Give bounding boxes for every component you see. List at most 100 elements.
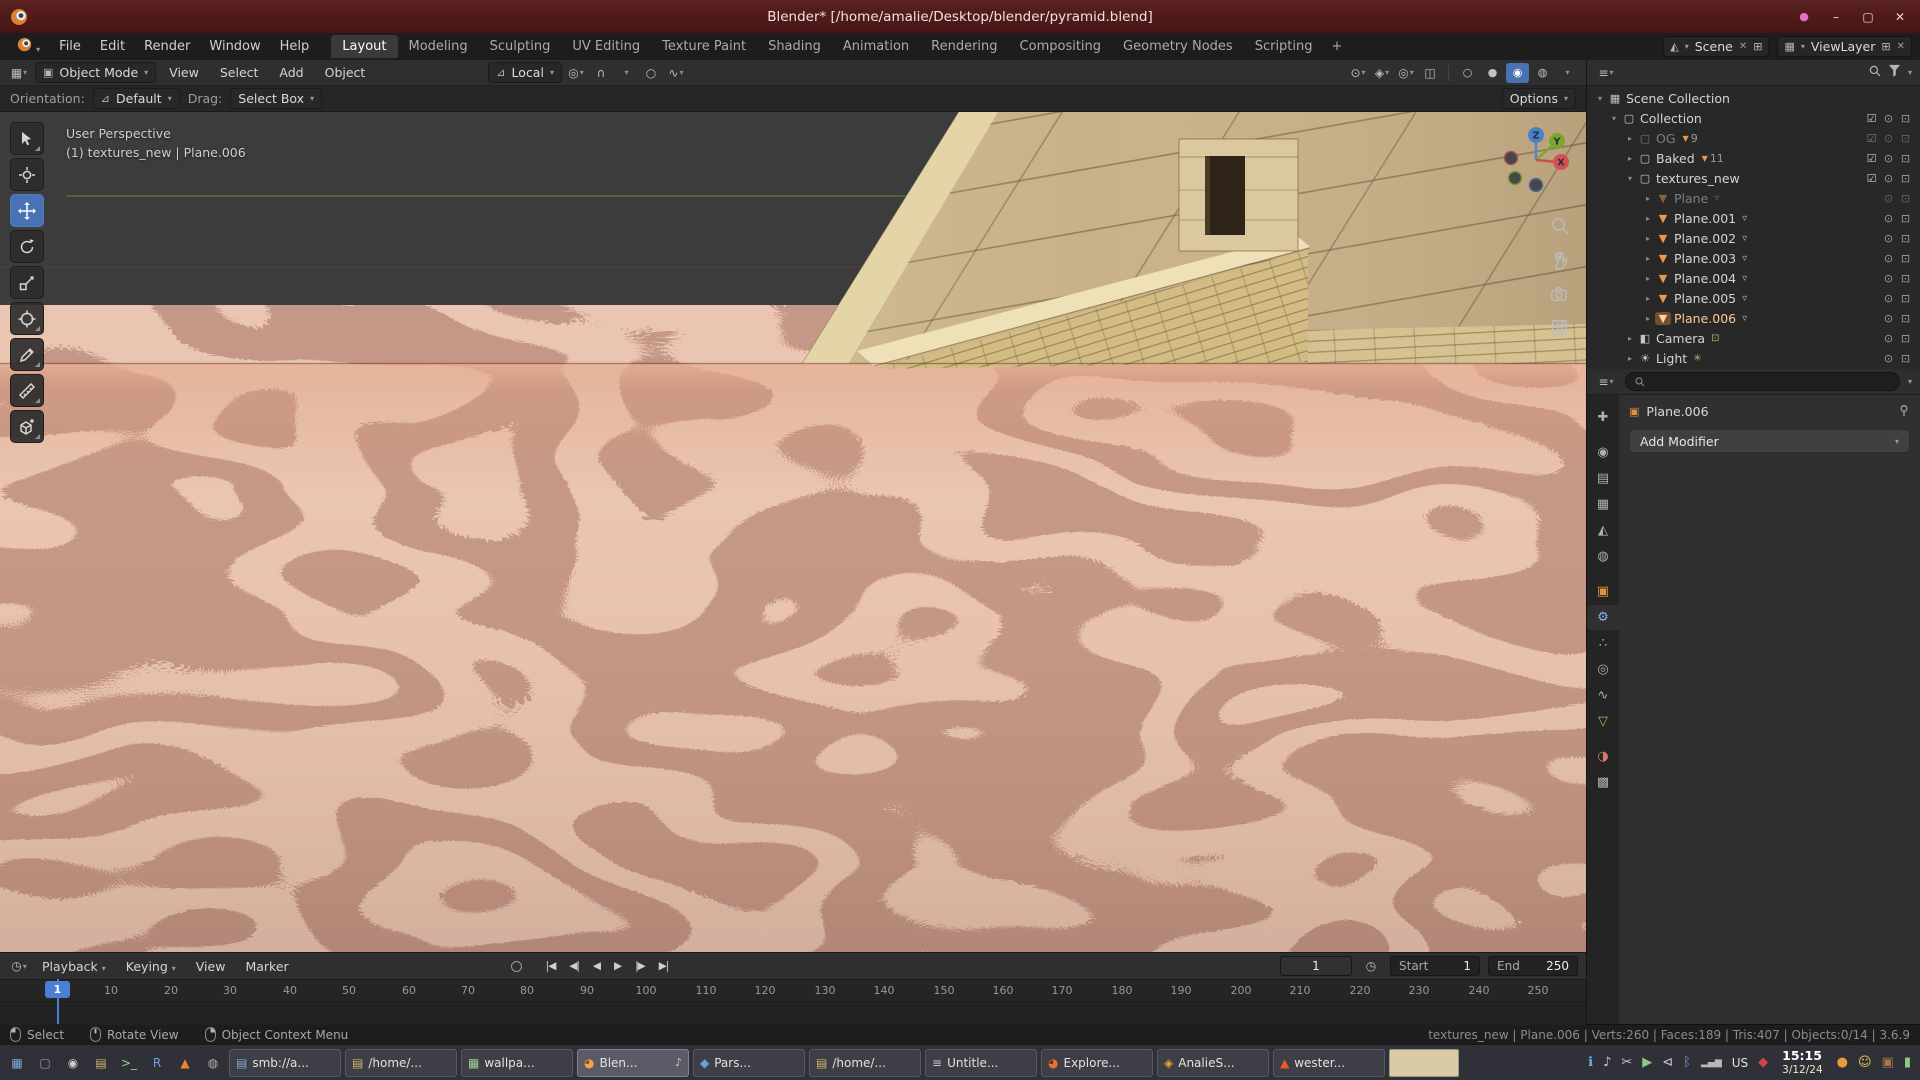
select-box-tool[interactable]: [10, 122, 44, 155]
render-visibility-icon[interactable]: ⊡: [1897, 252, 1914, 265]
outliner-row-baked[interactable]: ▸ ▢ Baked ▼11 ☑ ⊙ ⊡: [1587, 148, 1920, 168]
play-reverse-button[interactable]: ◀: [587, 958, 606, 974]
auto-keying-toggle[interactable]: [511, 961, 522, 972]
info-tray-icon[interactable]: ℹ: [1588, 1055, 1593, 1070]
task-western[interactable]: ▲ wester...: [1273, 1049, 1385, 1077]
menu-playback[interactable]: Playback ▾: [34, 957, 114, 976]
hide-eye-icon[interactable]: ⊙: [1880, 352, 1897, 365]
tab-render[interactable]: ◉: [1587, 440, 1619, 465]
menu-file[interactable]: File: [50, 36, 90, 57]
hide-eye-icon[interactable]: ⊙: [1880, 112, 1897, 125]
launcher-settings-icon[interactable]: ◍: [201, 1049, 225, 1077]
network-tray-icon[interactable]: ▂▄▆: [1701, 1058, 1722, 1068]
outliner-row-plane-006[interactable]: ▸ ▼ Plane.006 ▿ ⊙ ⊡: [1587, 308, 1920, 328]
timeline-track[interactable]: [0, 1001, 1586, 1025]
expand-icon[interactable]: ▸: [1641, 254, 1655, 263]
move-tool[interactable]: [10, 194, 44, 227]
expand-icon[interactable]: ▸: [1641, 194, 1655, 203]
stopwatch-icon[interactable]: ◷: [1360, 956, 1382, 977]
launcher-show-desktop-icon[interactable]: ▢: [33, 1049, 57, 1077]
expand-icon[interactable]: ▸: [1623, 134, 1637, 143]
workspace-tab-compositing[interactable]: Compositing: [1009, 35, 1113, 58]
task-explore[interactable]: ◕ Explore...: [1041, 1049, 1153, 1077]
hide-eye-icon[interactable]: ⊙: [1880, 292, 1897, 305]
transform-orientation-dropdown[interactable]: ⊿ Local ▾: [488, 62, 562, 83]
shading-dropdown[interactable]: ▾: [1556, 62, 1578, 83]
pivot-point-dropdown[interactable]: ◎▾: [565, 62, 587, 83]
hide-eye-icon[interactable]: ⊙: [1880, 312, 1897, 325]
outliner-row-collection[interactable]: ▾ ▢ Collection ☑ ⊙ ⊡: [1587, 108, 1920, 128]
bluetooth-tray-icon[interactable]: ᛒ: [1683, 1055, 1691, 1070]
tab-scene[interactable]: ◭: [1587, 518, 1619, 543]
options-dropdown[interactable]: Options ▾: [1502, 88, 1576, 109]
task-smb[interactable]: ▤ smb://a...: [229, 1049, 341, 1077]
outliner-filter-icon[interactable]: [1888, 64, 1901, 81]
hide-eye-icon[interactable]: ⊙: [1880, 152, 1897, 165]
expand-icon[interactable]: ▸: [1641, 314, 1655, 323]
tab-texture[interactable]: ▩: [1587, 770, 1619, 795]
shading-rendered-button[interactable]: ◍: [1531, 63, 1554, 83]
render-visibility-icon[interactable]: ⊡: [1897, 312, 1914, 325]
scene-selector[interactable]: ◭ ▾ Scene ✕ ⊞: [1663, 36, 1769, 57]
playhead-frame-badge[interactable]: 1: [45, 981, 70, 998]
exclude-checkbox[interactable]: ☑: [1863, 172, 1880, 185]
minimize-button[interactable]: –: [1826, 7, 1846, 27]
tab-constraints[interactable]: ∿: [1587, 683, 1619, 708]
expand-icon[interactable]: ▸: [1641, 234, 1655, 243]
menu-keying[interactable]: Keying ▾: [118, 957, 184, 976]
render-visibility-icon[interactable]: ⊡: [1897, 232, 1914, 245]
rotate-tool[interactable]: [10, 230, 44, 263]
render-visibility-icon[interactable]: ⊡: [1897, 172, 1914, 185]
zoom-icon[interactable]: [1546, 212, 1572, 238]
task-home-2[interactable]: ▤ /home/...: [809, 1049, 921, 1077]
exclude-checkbox[interactable]: ☑: [1863, 112, 1880, 125]
workspace-tab-uv-editing[interactable]: UV Editing: [561, 35, 651, 58]
workspace-tab-rendering[interactable]: Rendering: [920, 35, 1008, 58]
outliner-editor-type-button[interactable]: ≡▾: [1595, 62, 1617, 83]
workspace-tab-sculpting[interactable]: Sculpting: [479, 35, 562, 58]
outliner-row-light[interactable]: ▸ ☀ Light ✳ ⊙ ⊡: [1587, 348, 1920, 368]
blender-menu-button[interactable]: ▾: [8, 34, 49, 59]
task-untitled-window[interactable]: [1389, 1049, 1459, 1077]
3d-viewport[interactable]: User Perspective (1) textures_new | Plan…: [0, 112, 1586, 952]
expand-icon[interactable]: ▸: [1623, 154, 1637, 163]
launcher-vlc-icon[interactable]: ▲: [173, 1049, 197, 1077]
prev-keyframe-button[interactable]: ◀|: [563, 958, 585, 974]
task-analies[interactable]: ◈ AnalieS...: [1157, 1049, 1269, 1077]
workspace-tab-shading[interactable]: Shading: [757, 35, 832, 58]
outliner-row-plane-004[interactable]: ▸ ▼ Plane.004 ▿ ⊙ ⊡: [1587, 268, 1920, 288]
menu-select[interactable]: Select: [212, 63, 267, 82]
properties-search-input[interactable]: [1625, 372, 1900, 391]
battery-tray-icon[interactable]: ▮: [1904, 1055, 1911, 1070]
gizmo-neg-y-axis[interactable]: [1509, 172, 1522, 185]
hide-eye-icon[interactable]: ⊙: [1880, 332, 1897, 345]
exclude-checkbox[interactable]: ☑: [1863, 152, 1880, 165]
task-wallpaper[interactable]: ▦ wallpa...: [461, 1049, 573, 1077]
exclude-checkbox[interactable]: ☑: [1863, 132, 1880, 145]
view-layer-remove-icon[interactable]: ✕: [1897, 41, 1905, 52]
hide-eye-icon[interactable]: ⊙: [1880, 272, 1897, 285]
jump-to-end-button[interactable]: ▶|: [653, 958, 675, 974]
expand-icon[interactable]: ▾: [1607, 114, 1621, 123]
gizmo-neg-z-axis[interactable]: [1530, 179, 1543, 192]
current-frame-field[interactable]: 1: [1280, 956, 1352, 976]
expand-icon[interactable]: ▾: [1623, 174, 1637, 183]
clipboard-tray-icon[interactable]: ✂: [1621, 1055, 1632, 1070]
toggle-perspective-grid-icon[interactable]: [1546, 314, 1572, 340]
expand-icon[interactable]: ▾: [1593, 94, 1607, 103]
keyboard-layout-indicator[interactable]: US: [1732, 1056, 1748, 1070]
render-visibility-icon[interactable]: ⊡: [1897, 332, 1914, 345]
close-button[interactable]: ✕: [1890, 7, 1910, 27]
proportional-editing-toggle[interactable]: ○: [640, 62, 662, 83]
workspace-tab-scripting[interactable]: Scripting: [1244, 35, 1324, 58]
menu-help[interactable]: Help: [271, 36, 319, 57]
start-frame-field[interactable]: Start1: [1390, 956, 1480, 976]
shading-wireframe-button[interactable]: ○: [1456, 63, 1479, 83]
outliner-row-camera[interactable]: ▸ ◧ Camera ⊡ ⊙ ⊡: [1587, 328, 1920, 348]
render-visibility-icon[interactable]: ⊡: [1897, 292, 1914, 305]
editor-type-button[interactable]: ▦▾: [8, 62, 30, 83]
hide-eye-icon[interactable]: ⊙: [1880, 252, 1897, 265]
workspace-tab-geometry-nodes[interactable]: Geometry Nodes: [1112, 35, 1244, 58]
tab-modifiers[interactable]: ⚙: [1587, 605, 1619, 630]
falloff-dropdown[interactable]: ∿▾: [665, 62, 687, 83]
